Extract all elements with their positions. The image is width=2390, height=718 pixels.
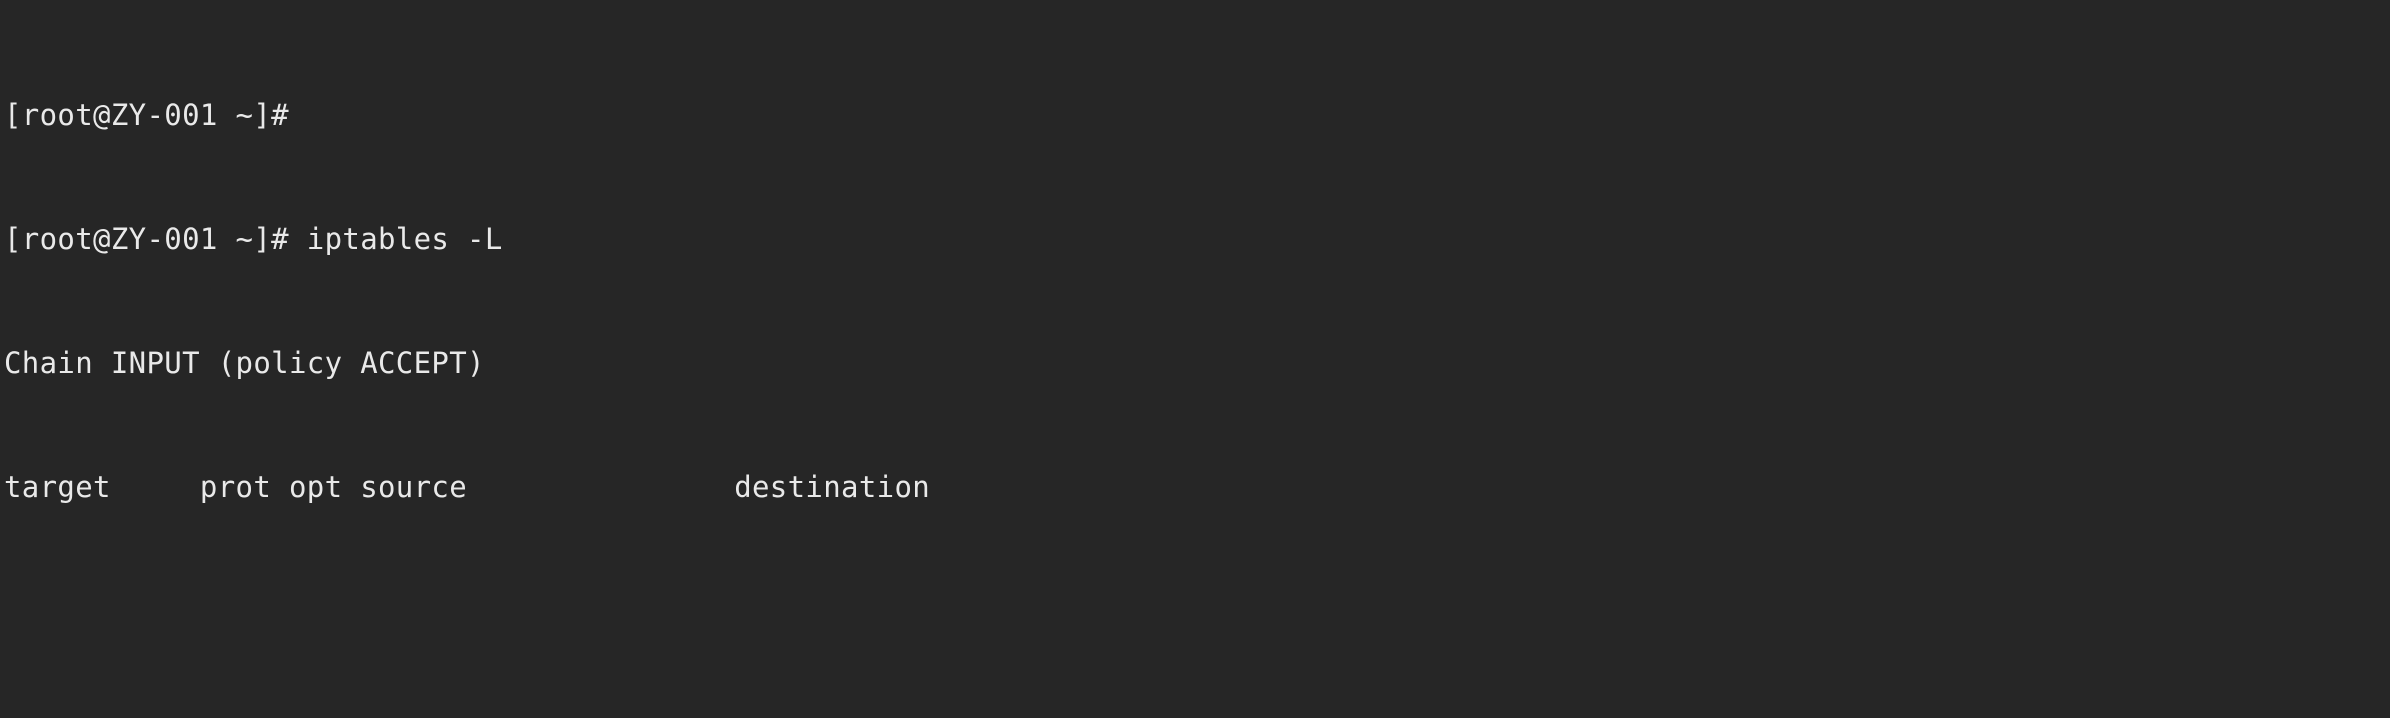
terminal-line-prompt: [root@ZY-001 ~]# — [4, 97, 289, 132]
terminal-line-command-iptables: [root@ZY-001 ~]# iptables -L — [4, 221, 503, 256]
terminal-line-chain-input: Chain INPUT (policy ACCEPT) — [4, 345, 485, 380]
terminal-window[interactable]: [root@ZY-001 ~]# [root@ZY-001 ~]# iptabl… — [0, 0, 2390, 718]
terminal-screen[interactable]: [root@ZY-001 ~]# [root@ZY-001 ~]# iptabl… — [0, 0, 2390, 718]
terminal-line-chain-forward: Chain FORWARD (policy ACCEPT) — [0, 714, 2390, 718]
terminal-line-blank-1 — [0, 590, 2390, 631]
terminal-line-columns-input: target prot opt source destination — [4, 469, 931, 504]
